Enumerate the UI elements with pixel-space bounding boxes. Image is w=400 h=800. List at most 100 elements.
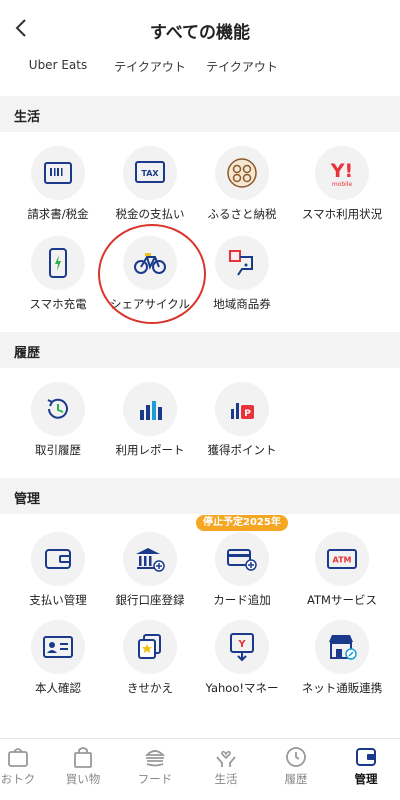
phone-charge-icon: [49, 248, 67, 278]
identity-icon-circle: [31, 620, 85, 674]
item-payment-manage-label: 支払い管理: [29, 593, 87, 607]
tax-icon: TAX: [135, 161, 165, 183]
tab-deals[interactable]: おトク: [0, 739, 54, 800]
uber-eats-label[interactable]: Uber Eats: [12, 58, 104, 72]
tab-manage[interactable]: 管理: [330, 739, 400, 800]
takeout-label-2[interactable]: テイクアウト: [196, 58, 288, 75]
item-local-voucher-label: 地域商品券: [213, 297, 271, 311]
item-identity-verify-label: 本人確認: [35, 681, 81, 695]
tab-shopping-label: 買い物: [65, 772, 101, 786]
item-ymobile[interactable]: Y! mobile スマホ利用状況: [296, 146, 388, 232]
shop-link-icon: [329, 635, 357, 660]
bills-icon-circle: [31, 146, 85, 200]
item-themes-label: きせかえ: [127, 681, 173, 695]
page-title: すべての機能: [149, 23, 251, 43]
burger-icon: [144, 750, 166, 767]
furusato-icon-circle: [215, 146, 269, 200]
tab-history[interactable]: 履歴: [260, 739, 332, 800]
item-ec-link[interactable]: ネット通販連携: [296, 620, 388, 706]
tax-icon-circle: TAX: [123, 146, 177, 200]
deprecation-badge: 停止予定2025年: [196, 515, 288, 531]
tab-food[interactable]: フード: [119, 739, 191, 800]
barcode-icon: [44, 162, 72, 184]
item-atm-service[interactable]: ATM ATMサービス: [296, 532, 388, 618]
bottom-tab-bar: おトク 買い物 フード 生活 履歴 管理: [0, 738, 400, 800]
clock-icon: [286, 747, 306, 767]
item-earned-points-label: 獲得ポイント: [207, 443, 277, 457]
yahoo-money-icon: Y: [230, 633, 254, 662]
item-card-add-label: カード追加: [213, 593, 271, 607]
points-icon-circle: P: [215, 382, 269, 436]
wallet-tab-icon: [356, 748, 376, 766]
item-yahoo-money-label: Yahoo!マネー: [205, 681, 279, 695]
item-tax-label: 税金の支払い: [115, 207, 185, 221]
svg-text:P: P: [244, 409, 251, 419]
payment-manage-icon-circle: [31, 532, 85, 586]
atm-icon: ATM: [327, 549, 357, 569]
app-header: すべての機能: [0, 0, 400, 56]
section-life-header: 生活: [0, 96, 400, 132]
item-atm-service-label: ATMサービス: [307, 593, 377, 607]
ec-link-icon-circle: [315, 620, 369, 674]
section-manage-header: 管理: [0, 478, 400, 514]
item-themes[interactable]: きせかえ: [104, 620, 196, 706]
theme-icon: [138, 634, 161, 659]
section-history-header: 履歴: [0, 332, 400, 368]
item-local-voucher[interactable]: 地域商品券: [196, 236, 288, 322]
ymobile-icon: Y! mobile: [330, 160, 353, 188]
highlight-circle-annotation: [98, 224, 206, 324]
item-tax[interactable]: TAX 税金の支払い: [104, 146, 196, 232]
item-card-add[interactable]: カード追加: [196, 532, 288, 618]
item-bank-register-label: 銀行口座登録: [115, 593, 185, 607]
item-bills-label: 請求書/税金: [27, 207, 89, 221]
item-transaction-history[interactable]: 取引履歴: [12, 382, 104, 468]
section-manage-title: 管理: [14, 492, 41, 507]
item-identity-verify[interactable]: 本人確認: [12, 620, 104, 706]
item-furusato[interactable]: ふるさと納税: [196, 146, 288, 232]
history-icon-circle: [31, 382, 85, 436]
tab-history-label: 履歴: [284, 772, 308, 786]
item-bank-register[interactable]: 銀行口座登録: [104, 532, 196, 618]
food-row-partial: Uber Eats テイクアウト テイクアウト: [0, 52, 400, 82]
bank-icon-circle: [123, 532, 177, 586]
item-ec-link-label: ネット通販連携: [301, 681, 383, 695]
yahoo-money-icon-circle: Y: [215, 620, 269, 674]
card-add-icon-circle: [215, 532, 269, 586]
ymobile-icon-circle: Y! mobile: [315, 146, 369, 200]
bank-icon: [136, 548, 165, 572]
hands-heart-icon: [216, 750, 236, 767]
tab-life[interactable]: 生活: [190, 739, 262, 800]
svg-text:ATM: ATM: [333, 556, 352, 565]
section-history-title: 履歴: [14, 346, 41, 361]
item-ymobile-label: スマホ利用状況: [301, 207, 383, 221]
tab-food-label: フード: [137, 772, 173, 786]
tab-life-label: 生活: [214, 772, 238, 786]
furusato-icon: [227, 158, 257, 188]
wallet-icon: [45, 549, 71, 569]
svg-text:Y: Y: [237, 639, 246, 650]
item-earned-points[interactable]: P 獲得ポイント: [196, 382, 288, 468]
svg-text:mobile: mobile: [332, 181, 353, 188]
tab-manage-label: 管理: [354, 772, 378, 786]
deal-icon: [8, 748, 28, 767]
atm-icon-circle: ATM: [315, 532, 369, 586]
item-furusato-label: ふるさと納税: [207, 207, 277, 221]
item-payment-manage[interactable]: 支払い管理: [12, 532, 104, 618]
tab-shopping[interactable]: 買い物: [47, 739, 119, 800]
card-add-icon: [227, 549, 257, 571]
points-icon: P: [231, 403, 254, 419]
item-phone-charge[interactable]: スマホ充電: [12, 236, 104, 322]
section-life-title: 生活: [14, 110, 41, 125]
phone-charge-icon-circle: [31, 236, 85, 290]
takeout-label-1[interactable]: テイクアウト: [104, 58, 196, 75]
item-yahoo-money[interactable]: Y Yahoo!マネー: [196, 620, 288, 706]
bar-chart-icon: [140, 401, 162, 420]
shopping-bag-icon: [74, 747, 92, 768]
id-card-icon: [43, 636, 73, 658]
item-transaction-history-label: 取引履歴: [35, 443, 81, 457]
item-bills[interactable]: 請求書/税金: [12, 146, 104, 232]
tab-deals-label: おトク: [0, 772, 36, 786]
themes-icon-circle: [123, 620, 177, 674]
item-usage-report[interactable]: 利用レポート: [104, 382, 196, 468]
item-usage-report-label: 利用レポート: [115, 443, 185, 457]
